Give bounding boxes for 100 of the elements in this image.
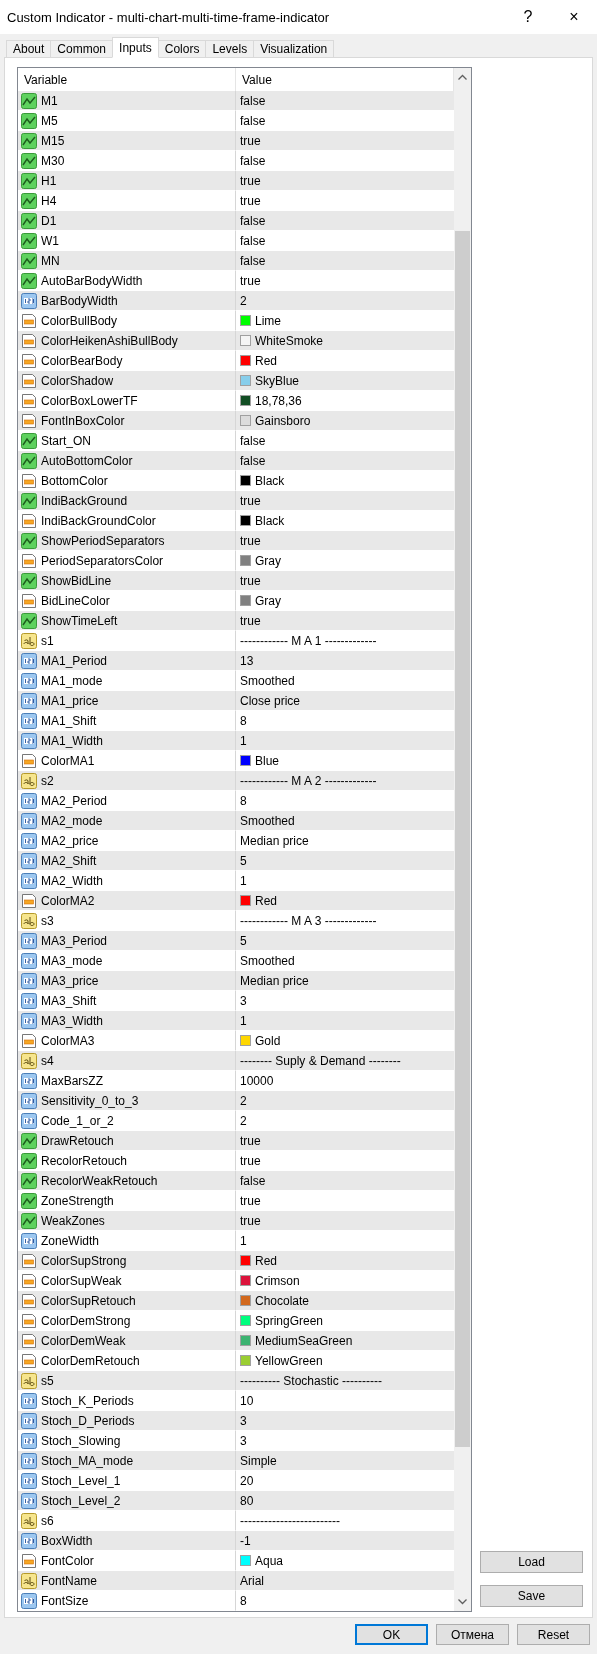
dialog-button[interactable]: Reset: [517, 1624, 590, 1645]
variable-value[interactable]: 8: [240, 713, 247, 728]
variable-value[interactable]: Smoothed: [240, 953, 295, 968]
variable-value[interactable]: 3: [240, 1433, 247, 1448]
variable-value[interactable]: true: [240, 533, 261, 548]
variable-value[interactable]: 2: [240, 1093, 247, 1108]
variable-value[interactable]: true: [240, 1193, 261, 1208]
variable-value[interactable]: 80: [240, 1493, 254, 1508]
variable-value[interactable]: Gainsboro: [255, 413, 311, 428]
variable-value[interactable]: Close price: [240, 693, 301, 708]
variable-value[interactable]: Lime: [255, 313, 281, 328]
variable-value[interactable]: -1: [240, 1533, 251, 1548]
variable-value[interactable]: 8: [240, 1593, 247, 1608]
variable-value[interactable]: YellowGreen: [255, 1353, 323, 1368]
variable-value[interactable]: Gray: [255, 593, 281, 608]
variable-value[interactable]: SkyBlue: [255, 373, 300, 388]
variable-value[interactable]: Arial: [240, 1573, 264, 1588]
variable-value[interactable]: false: [240, 213, 266, 228]
variable-name: ShowPeriodSeparators: [41, 533, 165, 548]
variable-name: ColorBearBody: [41, 353, 123, 368]
variable-value[interactable]: true: [240, 173, 261, 188]
variable-value[interactable]: 18,78,36: [255, 393, 302, 408]
variable-value[interactable]: true: [240, 1213, 261, 1228]
variable-value[interactable]: true: [240, 613, 261, 628]
variable-value[interactable]: Aqua: [255, 1553, 284, 1568]
line-chart-icon: [21, 1192, 37, 1209]
variable-value[interactable]: -------------------------: [240, 1513, 340, 1528]
variable-name: ColorSupWeak: [41, 1273, 122, 1288]
variable-value[interactable]: true: [240, 1133, 261, 1148]
variable-value[interactable]: 1: [240, 733, 247, 748]
variable-value[interactable]: Black: [255, 513, 285, 528]
variable-value[interactable]: false: [240, 113, 266, 128]
variable-name: BarBodyWidth: [41, 293, 118, 308]
variable-value[interactable]: ---------- Stochastic ----------: [240, 1373, 382, 1388]
variable-value[interactable]: Chocolate: [255, 1293, 310, 1308]
variable-value[interactable]: true: [240, 573, 261, 588]
variable-value[interactable]: 5: [240, 933, 247, 948]
variable-value[interactable]: false: [240, 93, 266, 108]
variable-value[interactable]: WhiteSmoke: [255, 333, 324, 348]
scroll-up-icon[interactable]: [458, 74, 467, 80]
variable-value[interactable]: false: [240, 233, 266, 248]
variable-value[interactable]: Red: [255, 893, 277, 908]
tab[interactable]: About: [6, 40, 52, 58]
variable-name: MA3_Shift: [41, 993, 97, 1008]
variable-value[interactable]: 10: [240, 1393, 254, 1408]
scrollbar[interactable]: [454, 68, 471, 1611]
variable-value[interactable]: Red: [255, 1253, 277, 1268]
variable-value[interactable]: 1: [240, 1013, 247, 1028]
variable-value[interactable]: Black: [255, 473, 285, 488]
variable-value[interactable]: ------------ M A 1 -------------: [240, 633, 377, 648]
tab[interactable]: Inputs: [112, 37, 159, 58]
scroll-down-icon[interactable]: [458, 1599, 467, 1605]
variable-value[interactable]: true: [240, 273, 261, 288]
variable-value[interactable]: Smoothed: [240, 813, 295, 828]
variable-value[interactable]: Gold: [255, 1033, 281, 1048]
variable-value[interactable]: true: [240, 493, 261, 508]
variable-value[interactable]: Red: [255, 353, 277, 368]
variable-value[interactable]: 20: [240, 1473, 254, 1488]
variable-value[interactable]: MediumSeaGreen: [255, 1333, 353, 1348]
variable-value[interactable]: 8: [240, 793, 247, 808]
variable-value[interactable]: Median price: [240, 973, 309, 988]
variable-value[interactable]: 1: [240, 1233, 247, 1248]
variable-value[interactable]: false: [240, 453, 266, 468]
variable-value[interactable]: true: [240, 133, 261, 148]
variable-value[interactable]: 2: [240, 293, 247, 308]
scroll-thumb[interactable]: [455, 231, 470, 1447]
line-chart-icon: [21, 432, 37, 449]
variable-value[interactable]: ------------ M A 2 -------------: [240, 773, 377, 788]
variable-value[interactable]: SpringGreen: [255, 1313, 324, 1328]
variable-value[interactable]: 5: [240, 853, 247, 868]
variable-value[interactable]: -------- Suply & Demand --------: [240, 1053, 401, 1068]
variable-value[interactable]: Smoothed: [240, 673, 295, 688]
variable-value[interactable]: false: [240, 1173, 266, 1188]
variable-value[interactable]: Crimson: [255, 1273, 300, 1288]
side-button[interactable]: Save: [480, 1585, 583, 1607]
side-button[interactable]: Load: [480, 1551, 583, 1573]
variable-value[interactable]: ------------ M A 3 -------------: [240, 913, 377, 928]
help-button[interactable]: ?: [505, 0, 551, 34]
dialog-button[interactable]: Отмена: [436, 1624, 509, 1645]
variable-name: W1: [41, 233, 59, 248]
variable-value[interactable]: 10000: [240, 1073, 274, 1088]
variable-value[interactable]: Median price: [240, 833, 309, 848]
variable-value[interactable]: false: [240, 153, 266, 168]
text-icon: [21, 1372, 37, 1389]
dialog-button[interactable]: OK: [355, 1624, 428, 1645]
variable-value[interactable]: true: [240, 193, 261, 208]
variable-value[interactable]: 2: [240, 1113, 247, 1128]
variable-value[interactable]: true: [240, 1153, 261, 1168]
variable-value[interactable]: 13: [240, 653, 254, 668]
variable-value[interactable]: 3: [240, 993, 247, 1008]
variable-value[interactable]: Gray: [255, 553, 281, 568]
variable-value[interactable]: Blue: [255, 753, 280, 768]
close-button[interactable]: ×: [551, 0, 597, 34]
variable-value[interactable]: 1: [240, 873, 247, 888]
numbers-icon: [21, 932, 37, 949]
tab[interactable]: Visualization: [253, 40, 335, 58]
variable-value[interactable]: false: [240, 253, 266, 268]
variable-value[interactable]: false: [240, 433, 266, 448]
variable-value[interactable]: 3: [240, 1413, 247, 1428]
variable-value[interactable]: Simple: [240, 1453, 277, 1468]
